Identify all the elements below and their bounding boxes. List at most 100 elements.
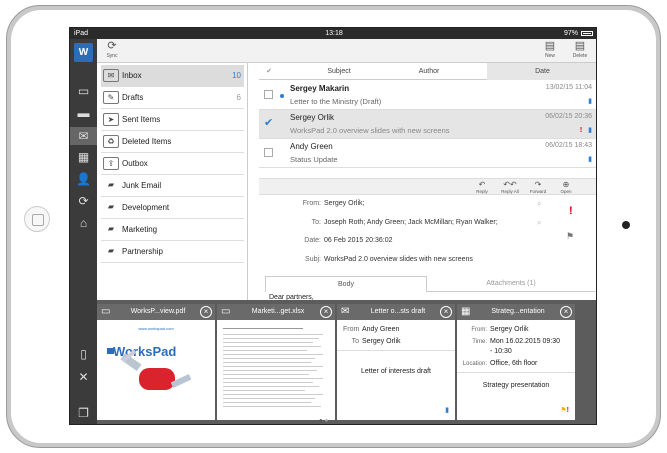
home-button[interactable] <box>24 206 50 232</box>
documents-icon[interactable]: ▭ <box>75 84 92 98</box>
event-time: Time: Mon 16.02.2015 09:30 <box>459 338 560 345</box>
sheet-line <box>223 350 307 351</box>
new-button[interactable]: ▤ New <box>537 40 563 59</box>
message-subject: Status Update <box>290 155 338 164</box>
search-icon[interactable]: ⌕ <box>537 199 541 209</box>
folder-junk-email[interactable]: ▰ Junk Email <box>101 175 244 197</box>
workspad-logo-icon[interactable]: W <box>74 43 93 62</box>
letter-to-value: Sergey Orlik <box>362 338 401 345</box>
divider <box>337 350 455 351</box>
message-sender: Sergey Orlik <box>290 113 335 122</box>
windows-icon[interactable]: ❐ <box>75 406 92 420</box>
folder-drafts[interactable]: ✎ Drafts 6 <box>101 87 244 109</box>
reply-icon: ↶ <box>478 180 486 189</box>
message-row-selected[interactable]: ✔ Sergey Orlik WorksPad 2.0 overview sli… <box>259 110 596 139</box>
status-time: 13:18 <box>325 30 343 37</box>
sync-button[interactable]: ⟳ Sync <box>99 40 125 59</box>
subject-label: Subj: <box>305 256 321 263</box>
sheet-line <box>223 386 319 387</box>
card-title: Letter o...sts draft <box>370 308 426 315</box>
tray-card-letter[interactable]: ✉ Letter o...sts draft × From Andy Green … <box>337 304 455 420</box>
folder-marketing[interactable]: ▰ Marketing <box>101 219 244 241</box>
column-subject[interactable]: Subject <box>299 63 379 80</box>
battery-icon <box>581 31 593 36</box>
folder-icon: ▰ <box>107 202 115 211</box>
folder-label: Partnership <box>122 247 163 256</box>
row-checkbox-checked-icon[interactable]: ✔ <box>264 118 273 129</box>
to-value[interactable]: Joseph Roth; Andy Green; Jack McMillan; … <box>324 219 498 226</box>
draft-document-icon: ▮ <box>588 98 592 105</box>
folder-development[interactable]: ▰ Development <box>101 197 244 219</box>
tray-card-event[interactable]: ▦ Strateg...entation × From: Sergey Orlik… <box>457 304 575 420</box>
devices-icon[interactable]: ▯ <box>75 347 92 361</box>
document-icon: ▮ <box>445 407 449 414</box>
close-icon[interactable]: × <box>440 306 452 318</box>
card-header: ▭ Marketi...get.xlsx × <box>217 304 335 320</box>
folder-label: Drafts <box>122 93 144 102</box>
presentation-icon[interactable]: ⌂ <box>75 216 92 230</box>
page-indicator: ●● <box>319 418 330 424</box>
from-label: From: <box>302 200 321 207</box>
message-header: From: Sergey Orlik; To: Joseph Roth; Andy … <box>259 195 596 275</box>
close-icon[interactable]: × <box>320 306 332 318</box>
open-button[interactable]: ⊕ Open <box>553 180 579 194</box>
tab-attachments[interactable]: Attachments (1) <box>427 276 595 292</box>
flag-icon[interactable]: ⚑ <box>566 231 574 242</box>
message-row[interactable]: Sergey Makarin Letter to the Ministry (D… <box>259 81 596 110</box>
message-row[interactable]: Andy Green Status Update 06/02/15 18:43 … <box>259 139 596 168</box>
search-icon[interactable]: ⌕ <box>537 218 541 228</box>
app-sidebar: W ▭ ▬ ✉ ▦ 👤 ⟳ ⌂ ▯ ✕ ❐ <box>70 39 97 424</box>
message-list-header: ✔ Subject Author Date <box>259 63 596 80</box>
close-icon[interactable]: × <box>200 306 212 318</box>
settings-tools-icon[interactable]: ✕ <box>75 370 92 384</box>
message-sender: Andy Green <box>290 142 333 151</box>
tray-card-xlsx[interactable]: ▭ Marketi...get.xlsx × <box>217 304 335 420</box>
outbox-icon: ⇪ <box>103 157 119 170</box>
message-actions-bar: ↶ Reply ↶↶ Reply All ↷ Forward ⊕ Open <box>259 178 596 195</box>
attachment-document-icon: ▮ <box>588 127 592 134</box>
mail-icon[interactable]: ✉ <box>70 127 97 145</box>
message-list: ✔ Subject Author Date Sergey Makarin Let… <box>259 63 596 177</box>
card-title: Marketi...get.xlsx <box>251 308 305 315</box>
card-title: Strateg...entation <box>491 308 545 315</box>
header-date: Date: 06 Feb 2015 20:36:02 <box>259 237 392 244</box>
reply-button[interactable]: ↶ Reply <box>469 180 495 194</box>
front-camera <box>622 221 630 229</box>
message-subject: Letter to the Ministry (Draft) <box>290 97 382 106</box>
select-all-checkbox[interactable]: ✔ <box>262 63 276 80</box>
sheet-line <box>223 382 313 383</box>
reply-all-button[interactable]: ↶↶ Reply All <box>497 180 523 194</box>
sync-icon[interactable]: ⟳ <box>75 194 92 208</box>
drafts-icon: ✎ <box>103 91 119 104</box>
letter-from-label: From <box>343 326 360 333</box>
sheet-line <box>223 378 323 379</box>
importance-icon[interactable]: ! <box>569 205 573 217</box>
column-date[interactable]: Date <box>487 63 596 80</box>
folder-deleted-items[interactable]: ♻ Deleted Items <box>101 131 244 153</box>
folder-outbox[interactable]: ⇪ Outbox <box>101 153 244 175</box>
folder-label: Inbox <box>122 71 142 80</box>
row-checkbox[interactable] <box>264 148 273 157</box>
tray-card-pdf[interactable]: ▭ WorksP...view.pdf × www.workspad.com W… <box>97 304 215 420</box>
event-title: Strategy presentation <box>482 382 550 389</box>
folder-sent-items[interactable]: ➤ Sent Items <box>101 109 244 131</box>
unread-dot-icon <box>280 94 284 98</box>
calendar-icon[interactable]: ▦ <box>75 150 92 164</box>
card-title: WorksP...view.pdf <box>130 308 186 315</box>
row-checkbox[interactable] <box>264 90 273 99</box>
calendar-icon: ▦ <box>461 306 471 317</box>
from-value[interactable]: Sergey Orlik; <box>324 200 364 207</box>
delete-label: Delete <box>572 53 588 59</box>
recycle-icon: ♻ <box>103 135 119 148</box>
tab-body[interactable]: Body <box>265 276 427 292</box>
delete-button[interactable]: ▤ Delete <box>567 40 593 59</box>
contacts-icon[interactable]: 👤 <box>75 172 92 186</box>
forward-button[interactable]: ↷ Forward <box>525 180 551 194</box>
folder-partnership[interactable]: ▰ Partnership <box>101 241 244 263</box>
sheet-line <box>223 406 321 407</box>
folder-icon[interactable]: ▬ <box>75 106 92 120</box>
sheet-line <box>223 390 305 391</box>
column-author[interactable]: Author <box>389 63 469 80</box>
folder-inbox[interactable]: ✉ Inbox 10 <box>101 65 244 87</box>
close-icon[interactable]: × <box>560 306 572 318</box>
